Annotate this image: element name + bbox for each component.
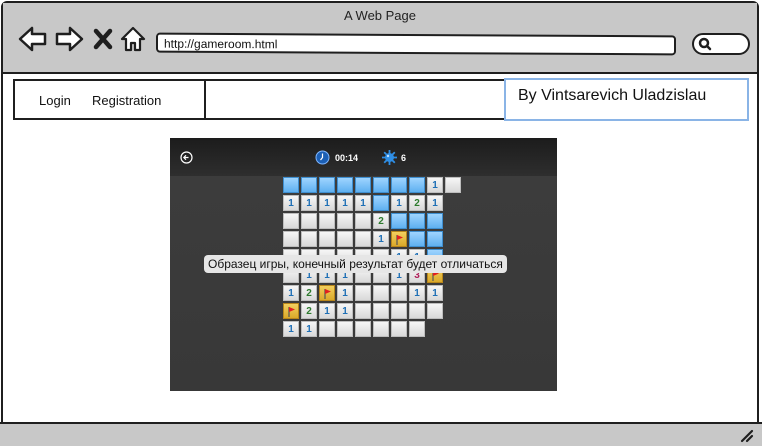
cell-number[interactable]: 1 bbox=[373, 231, 389, 247]
cell-flag-icon[interactable] bbox=[319, 285, 335, 301]
url-bar[interactable]: http://gameroom.html bbox=[156, 32, 676, 56]
cell-unopened[interactable] bbox=[409, 213, 425, 229]
cell-opened[interactable] bbox=[355, 321, 371, 337]
header-spacer bbox=[205, 79, 507, 120]
cell-opened[interactable] bbox=[391, 303, 407, 319]
cell-number[interactable]: 1 bbox=[301, 195, 317, 211]
forward-arrow-icon[interactable] bbox=[54, 25, 84, 53]
cell-number[interactable]: 1 bbox=[283, 285, 299, 301]
mine-icon bbox=[382, 150, 397, 165]
cell-flag-icon[interactable] bbox=[391, 231, 407, 247]
cell-opened[interactable] bbox=[355, 303, 371, 319]
cell-number[interactable]: 1 bbox=[283, 321, 299, 337]
cell-opened[interactable] bbox=[319, 231, 335, 247]
clock-icon bbox=[315, 150, 330, 165]
cell-opened[interactable] bbox=[301, 231, 317, 247]
cell-unopened[interactable] bbox=[391, 177, 407, 193]
author-box: By Vintsarevich Uladzislau bbox=[504, 78, 749, 121]
cell-number[interactable]: 2 bbox=[301, 285, 317, 301]
cell-unopened[interactable] bbox=[427, 213, 443, 229]
cell-number[interactable]: 2 bbox=[301, 303, 317, 319]
cell-unopened[interactable] bbox=[391, 213, 407, 229]
login-link[interactable]: Login bbox=[39, 93, 71, 108]
cell-opened[interactable] bbox=[319, 321, 335, 337]
cell-opened[interactable] bbox=[355, 285, 371, 301]
cell-opened[interactable] bbox=[391, 285, 407, 301]
cell-unopened[interactable] bbox=[409, 177, 425, 193]
cell-unopened[interactable] bbox=[355, 177, 371, 193]
resize-grip-icon[interactable] bbox=[738, 427, 754, 443]
cell-opened[interactable] bbox=[283, 231, 299, 247]
cell-number[interactable]: 1 bbox=[355, 195, 371, 211]
back-arrow-icon[interactable] bbox=[18, 25, 48, 53]
cell-opened[interactable] bbox=[373, 321, 389, 337]
cell-opened[interactable] bbox=[373, 303, 389, 319]
cell-number[interactable]: 1 bbox=[301, 321, 317, 337]
cell-number[interactable]: 1 bbox=[337, 303, 353, 319]
search-box[interactable] bbox=[692, 33, 750, 55]
cell-flag-icon[interactable] bbox=[283, 303, 299, 319]
window-title: A Web Page bbox=[343, 8, 417, 23]
cell-opened[interactable] bbox=[319, 213, 335, 229]
cell-number[interactable]: 1 bbox=[427, 177, 443, 193]
cell-number[interactable]: 1 bbox=[427, 285, 443, 301]
cell-opened[interactable] bbox=[355, 231, 371, 247]
cell-number[interactable]: 1 bbox=[427, 195, 443, 211]
cell-unopened[interactable] bbox=[427, 231, 443, 247]
cell-opened[interactable] bbox=[409, 321, 425, 337]
cell-opened[interactable] bbox=[355, 213, 371, 229]
cell-opened[interactable] bbox=[337, 321, 353, 337]
nav-bar: Login Registration bbox=[13, 79, 206, 120]
search-icon bbox=[698, 37, 712, 51]
cell-unopened[interactable] bbox=[319, 177, 335, 193]
cell-number[interactable]: 1 bbox=[337, 285, 353, 301]
cell-opened[interactable] bbox=[337, 213, 353, 229]
cell-unopened[interactable] bbox=[409, 231, 425, 247]
home-icon[interactable] bbox=[119, 25, 147, 53]
cell-number[interactable]: 1 bbox=[409, 285, 425, 301]
cell-unopened[interactable] bbox=[337, 177, 353, 193]
cell-opened[interactable] bbox=[373, 285, 389, 301]
cell-number[interactable]: 1 bbox=[319, 195, 335, 211]
close-icon[interactable] bbox=[91, 25, 115, 53]
minesweeper-game: 00:14 6 1111111212111111131211121111 Обр… bbox=[170, 138, 557, 391]
cell-opened[interactable] bbox=[409, 303, 425, 319]
cell-number[interactable]: 1 bbox=[283, 195, 299, 211]
cell-unopened[interactable] bbox=[301, 177, 317, 193]
cell-unopened[interactable] bbox=[283, 177, 299, 193]
cell-number[interactable]: 2 bbox=[409, 195, 425, 211]
mines-counter: 6 bbox=[401, 153, 407, 163]
cell-opened[interactable] bbox=[283, 213, 299, 229]
status-bar bbox=[0, 422, 762, 446]
registration-link[interactable]: Registration bbox=[92, 93, 161, 108]
cell-opened[interactable] bbox=[445, 177, 461, 193]
cell-number[interactable]: 1 bbox=[337, 195, 353, 211]
cell-number[interactable]: 1 bbox=[391, 195, 407, 211]
game-back-icon[interactable] bbox=[180, 151, 193, 164]
cell-unopened[interactable] bbox=[373, 177, 389, 193]
cell-number[interactable]: 2 bbox=[373, 213, 389, 229]
browser-chrome: A Web Page http://gameroom.html bbox=[3, 3, 757, 74]
cell-number[interactable]: 1 bbox=[319, 303, 335, 319]
cell-opened[interactable] bbox=[301, 213, 317, 229]
cell-opened[interactable] bbox=[391, 321, 407, 337]
sample-caption: Образец игры, конечный результат будет о… bbox=[204, 255, 507, 273]
timer: 00:14 bbox=[335, 153, 359, 163]
cell-opened[interactable] bbox=[337, 231, 353, 247]
author-text: By Vintsarevich Uladzislau bbox=[518, 87, 707, 104]
cell-opened[interactable] bbox=[427, 303, 443, 319]
cell-unopened[interactable] bbox=[373, 195, 389, 211]
